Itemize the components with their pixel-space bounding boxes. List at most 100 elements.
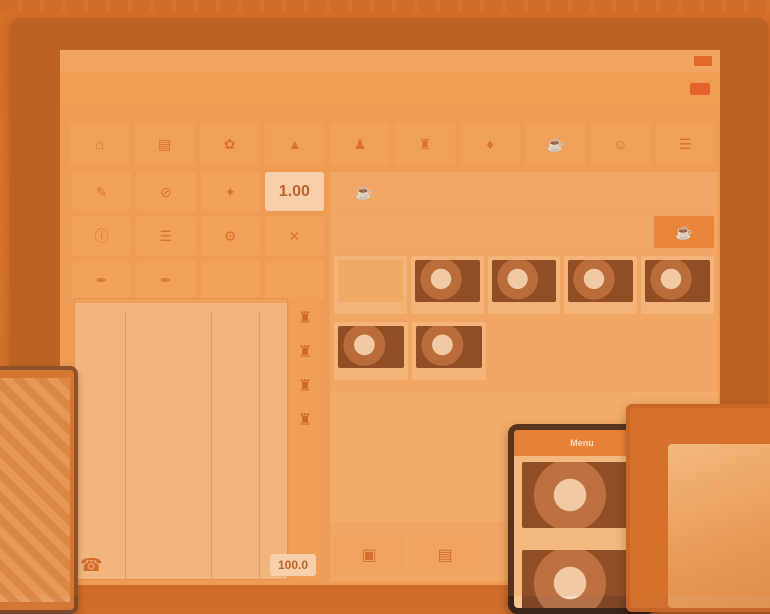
function-button-delete[interactable]: ✕	[264, 216, 324, 256]
gear-icon: ⚙	[223, 227, 237, 244]
category-button[interactable]	[398, 176, 458, 208]
bowl-icon: ☕	[675, 223, 693, 240]
food-image	[338, 326, 404, 368]
chair-icon[interactable]: ♜	[298, 410, 312, 430]
toolbar-item-user[interactable]: ♟	[330, 122, 390, 166]
food-item[interactable]	[334, 322, 408, 380]
diamond-icon: ♦	[486, 136, 494, 152]
toolbar-item-flower[interactable]: ✿	[200, 122, 260, 166]
category-button[interactable]	[590, 176, 650, 208]
column-divider	[211, 311, 212, 579]
left-phone-device	[0, 366, 78, 614]
card-icon: ▤	[437, 547, 453, 564]
category-row-1: ☕	[330, 172, 718, 212]
category-button[interactable]	[590, 216, 650, 248]
cash-icon: ▣	[361, 547, 377, 564]
category-row-2: ☕	[330, 212, 718, 252]
mobile-food-card[interactable]	[522, 550, 642, 608]
menu-close-button[interactable]	[690, 83, 710, 95]
food-item[interactable]	[334, 256, 407, 314]
menu-bar	[60, 72, 720, 106]
function-button-pen1[interactable]: ✒	[72, 260, 132, 300]
column-divider	[125, 311, 126, 579]
function-button-list[interactable]: ☰	[136, 216, 196, 256]
info-icon: ⓘ	[94, 227, 109, 244]
bowl-icon	[338, 260, 403, 302]
table-row[interactable]	[75, 311, 287, 315]
triangle-icon: ▲	[287, 136, 302, 152]
order-bottom-bar: ☎ 100.0	[74, 548, 322, 582]
toolbar-item-face[interactable]: ☺	[590, 122, 650, 166]
cancel-icon: ⊘	[160, 183, 172, 200]
close-icon: ✕	[288, 227, 301, 244]
toolbar-item-diamond[interactable]: ♦	[460, 122, 520, 166]
food-item[interactable]	[487, 256, 561, 314]
category-button[interactable]	[526, 176, 586, 208]
column-divider	[259, 311, 260, 579]
tablet-screen	[668, 444, 770, 608]
cash-button[interactable]: ▣	[334, 536, 404, 574]
pawn-icon: ♟	[353, 136, 367, 152]
food-row-1	[330, 252, 718, 318]
flower-icon: ✿	[223, 136, 236, 152]
menu-icon: ☰	[679, 136, 692, 152]
category-button-home[interactable]: ☕	[334, 176, 394, 208]
toolbar-item-menu[interactable]: ☰	[655, 122, 715, 166]
category-button-active[interactable]: ☕	[654, 216, 714, 248]
wall-top	[0, 0, 770, 12]
function-button-misc2[interactable]	[264, 260, 324, 300]
home-icon: ⌂	[95, 136, 104, 152]
toolbar-item-orders[interactable]: ▤	[135, 122, 195, 166]
mobile-add-row	[522, 534, 642, 544]
category-button[interactable]	[526, 216, 586, 248]
function-button-special[interactable]: ✦	[200, 172, 260, 212]
chair-icon[interactable]: ♜	[298, 376, 312, 396]
food-item[interactable]	[564, 256, 638, 314]
chair-icon[interactable]: ♜	[298, 308, 312, 328]
chair-icon[interactable]: ♜	[298, 342, 312, 362]
window-titlebar	[60, 50, 720, 72]
function-buttons: ✎ ⊘ ✦ 1.00 ⓘ ☰ ⚙ ✕ ✒ ✒	[72, 172, 324, 300]
edit-icon: ✎	[95, 183, 108, 200]
order-side-controls: ♜ ♜ ♜ ♜	[290, 298, 320, 578]
rook-icon: ♜	[418, 136, 432, 152]
category-button[interactable]	[462, 176, 522, 208]
category-button[interactable]	[334, 216, 394, 248]
toolbar-item-home[interactable]: ⌂	[70, 122, 130, 166]
food-item[interactable]	[412, 322, 486, 380]
function-button-pen2[interactable]: ✒	[136, 260, 196, 300]
function-button-cancel[interactable]: ⊘	[136, 172, 196, 212]
food-item[interactable]	[410, 256, 484, 314]
tablet-device	[626, 404, 770, 612]
toolbar: ⌂ ▤ ✿ ▲ ♟ ♜ ♦ ☕ ☺ ☰	[70, 122, 715, 166]
phone-icon[interactable]: ☎	[80, 555, 102, 576]
order-list	[74, 298, 288, 580]
bowl-icon: ☕	[355, 183, 373, 200]
food-image	[416, 326, 482, 368]
food-item[interactable]	[641, 256, 714, 314]
food-image	[491, 260, 557, 302]
function-button-edit[interactable]: ✎	[72, 172, 132, 212]
category-button[interactable]	[398, 216, 458, 248]
food-row-2	[330, 318, 718, 384]
function-button-info[interactable]: ⓘ	[72, 216, 132, 256]
face-icon: ☺	[613, 136, 628, 152]
toolbar-item-coffee[interactable]: ☕	[525, 122, 585, 166]
left-phone-screen	[0, 378, 70, 602]
quantity-display: 1.00	[264, 172, 324, 212]
window-close-button[interactable]	[694, 56, 712, 66]
mobile-food-card[interactable]	[522, 462, 642, 528]
list-icon: ▤	[158, 136, 172, 152]
pen-icon: ✒	[160, 272, 172, 289]
function-button-misc1[interactable]	[200, 260, 260, 300]
toolbar-item-alert[interactable]: ▲	[265, 122, 325, 166]
list-icon: ☰	[159, 227, 173, 244]
card-button[interactable]: ▤	[410, 536, 480, 574]
order-total: 100.0	[269, 554, 316, 576]
food-image	[414, 260, 480, 302]
food-image	[568, 260, 634, 302]
function-button-settings[interactable]: ⚙	[200, 216, 260, 256]
category-button[interactable]	[462, 216, 522, 248]
category-button[interactable]	[654, 176, 714, 208]
toolbar-item-rook[interactable]: ♜	[395, 122, 455, 166]
